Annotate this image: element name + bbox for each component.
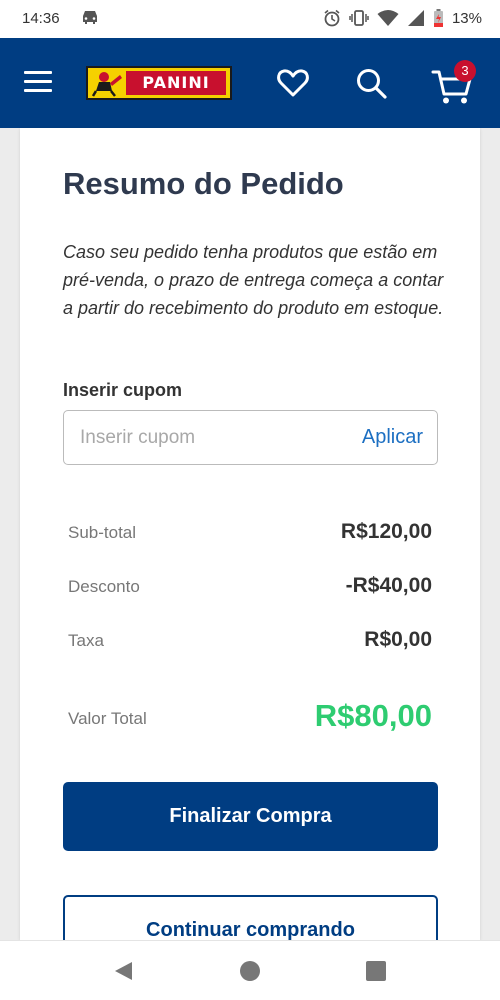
heart-icon[interactable] <box>276 66 310 100</box>
subtotal-row: Sub-total R$120,00 <box>68 518 432 548</box>
signal-icon <box>407 9 425 27</box>
system-nav-bar <box>0 940 500 1000</box>
fee-label: Taxa <box>68 631 104 650</box>
status-icons: 13% <box>323 9 482 27</box>
vibrate-icon <box>349 9 369 27</box>
fee-row: Taxa R$0,00 <box>68 626 432 656</box>
pre-sale-notice: Caso seu pedido tenha produtos que estão… <box>63 242 444 318</box>
cart-count-badge[interactable]: 3 <box>454 60 476 82</box>
apply-coupon-button[interactable]: Aplicar <box>362 426 423 449</box>
coupon-input[interactable] <box>80 424 330 452</box>
battery-percent: 13% <box>451 9 482 27</box>
car-icon <box>80 8 100 26</box>
discount-label: Desconto <box>68 577 140 596</box>
discount-row: Desconto -R$40,00 <box>68 572 432 602</box>
alarm-icon <box>323 9 341 27</box>
panini-logo[interactable]: PANINI <box>86 66 232 100</box>
order-summary-card: Resumo do Pedido Caso seu pedido tenha p… <box>20 128 480 940</box>
menu-icon[interactable] <box>24 71 52 93</box>
logo-mascot-icon <box>91 72 122 97</box>
subtotal-value: R$120,00 <box>340 520 432 543</box>
search-icon[interactable] <box>354 66 388 100</box>
coupon-label: Inserir cupom <box>63 380 183 400</box>
back-icon[interactable] <box>112 959 136 983</box>
app-header: PANINI 3 <box>0 38 500 128</box>
discount-value: -R$40,00 <box>345 574 432 597</box>
status-bar: 14:36 13% <box>0 0 500 38</box>
subtotal-label: Sub-total <box>68 523 137 542</box>
total-row: Valor Total R$80,00 <box>68 698 432 734</box>
battery-icon <box>433 9 444 27</box>
continue-shopping-button[interactable]: Continuar comprando <box>63 895 438 940</box>
total-label: Valor Total <box>68 709 147 728</box>
wifi-icon <box>377 9 399 27</box>
recents-icon[interactable] <box>364 959 388 983</box>
home-icon[interactable] <box>238 959 262 983</box>
coupon-field: Aplicar <box>63 410 438 465</box>
logo-wordmark: PANINI <box>126 71 226 95</box>
status-time: 14:36 <box>22 10 60 27</box>
fee-value: R$0,00 <box>364 628 432 651</box>
total-value: R$80,00 <box>314 698 432 733</box>
finalize-purchase-button[interactable]: Finalizar Compra <box>63 782 438 851</box>
page-title: Resumo do Pedido <box>63 166 344 201</box>
